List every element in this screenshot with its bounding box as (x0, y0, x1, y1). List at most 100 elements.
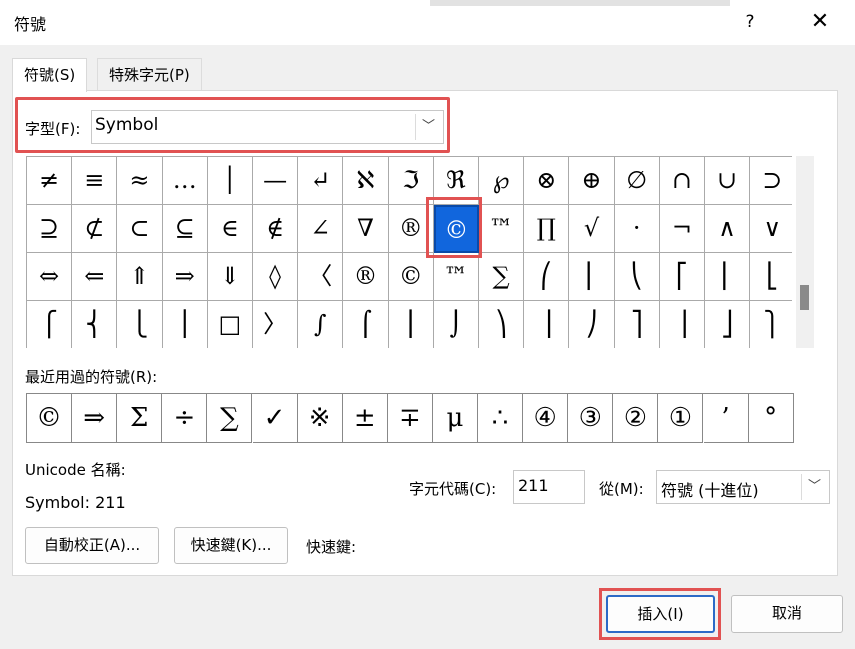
symbol-grid[interactable]: ≠ ≡ ≈… │ — ↵ ℵ ℑ ℜ ℘ ⊗ ⊕ ∅ ∩ ∪ ⊃ ⊇ ⊄ ⊂ ⊆ ∈ ∉ ∠ ∇ ® © ™ ∏ √ · ¬ ∧ ∨ ⇔ ⇐ ⇑ ⇒ ⇓ ◊… (26, 156, 792, 348)
recent-symbol-cell[interactable]: ④ (523, 394, 569, 443)
symbol-cell[interactable]: ∫ (298, 301, 344, 348)
recent-symbol-cell[interactable]: ③ (568, 394, 614, 443)
symbol-cell[interactable]: ⎦ (705, 301, 751, 348)
symbol-cell[interactable]: ∈ (207, 205, 253, 253)
symbol-cell[interactable]: ↵ (298, 157, 344, 205)
symbol-cell[interactable]: ∅ (614, 157, 660, 205)
recent-symbol-cell[interactable]: ’ (703, 394, 749, 443)
symbol-cell[interactable]: ∪ (705, 157, 751, 205)
recent-symbols-grid[interactable]: © ⇒ Σ ÷ ∑ ✓ ※ ± ∓ μ ∴ ④ ③ ② ①’ ° (26, 393, 794, 443)
chevron-down-icon[interactable]: ﹀ (415, 114, 441, 140)
recent-symbol-cell[interactable]: ② (613, 394, 659, 443)
symbol-cell[interactable]: ≠ (27, 157, 73, 205)
symbol-cell[interactable]: √ (569, 205, 615, 253)
symbol-cell[interactable]: ⎩ (117, 301, 163, 348)
recent-symbol-cell[interactable]: ① (658, 394, 704, 443)
symbol-cell[interactable]: ⎡ (659, 253, 705, 301)
recent-symbol-cell[interactable]: ✓ (252, 394, 298, 443)
chevron-down-icon[interactable]: ﹀ (801, 474, 827, 500)
recent-symbol-cell[interactable]: Σ (117, 394, 163, 443)
symbol-cell[interactable]: ∧ (705, 205, 751, 253)
symbol-cell[interactable]: ⊗ (524, 157, 570, 205)
symbol-cell[interactable]: ⎢ (705, 253, 751, 301)
symbol-cell[interactable]: ⎮ (389, 301, 434, 348)
recent-symbol-cell[interactable]: ⇒ (72, 394, 118, 443)
symbol-cell[interactable]: ∠ (298, 205, 344, 253)
recent-symbol-cell[interactable]: ± (342, 394, 388, 443)
symbol-cell[interactable]: · (614, 205, 660, 253)
symbol-cell[interactable]: □ (208, 301, 253, 348)
from-dropdown[interactable]: 符號 (十進位) ﹀ (656, 470, 830, 504)
symbol-cell[interactable]: ⌡ (434, 301, 479, 348)
symbol-cell[interactable]: ⎪ (163, 301, 208, 348)
symbol-cell[interactable]: — (253, 157, 299, 205)
symbol-cell[interactable]: ® (343, 253, 389, 301)
symbol-cell[interactable]: ⊆ (162, 205, 208, 253)
symbol-cell[interactable]: ⊂ (117, 205, 163, 253)
close-icon[interactable]: ✕ (806, 8, 834, 36)
symbol-cell[interactable]: ⎟ (524, 301, 570, 348)
recent-symbol-cell[interactable]: μ (432, 394, 478, 443)
symbol-cell[interactable]: 〉 (253, 301, 299, 348)
symbol-cell[interactable]: ⎤ (615, 301, 660, 348)
symbol-cell[interactable]: … (162, 157, 208, 205)
tab-special-characters[interactable]: 特殊字元(P) (97, 58, 202, 90)
recent-symbol-cell[interactable]: ∓ (387, 394, 433, 443)
symbol-cell[interactable]: ∉ (253, 205, 299, 253)
symbol-cell[interactable]: ⇔ (27, 253, 73, 301)
symbol-cell[interactable]: ⊇ (27, 205, 73, 253)
font-dropdown[interactable]: Symbol ﹀ (91, 110, 444, 144)
symbol-cell[interactable]: ℘ (479, 157, 525, 205)
symbol-cell[interactable]: ⎛ (524, 253, 570, 301)
symbol-cell[interactable]: ⇒ (162, 253, 208, 301)
symbol-cell[interactable]: 〈 (298, 253, 344, 301)
symbol-cell[interactable]: ∏ (524, 205, 570, 253)
recent-symbol-cell[interactable]: ∴ (478, 394, 524, 443)
symbol-cell[interactable]: ∇ (343, 205, 389, 253)
symbol-cell[interactable]: ¬ (659, 205, 705, 253)
symbol-cell[interactable]: ⇓ (207, 253, 253, 301)
scrollbar-thumb[interactable] (800, 285, 809, 310)
help-icon[interactable]: ? (738, 8, 762, 36)
symbol-cell[interactable]: ⎣ (750, 253, 792, 301)
symbol-cell[interactable]: ⌠ (343, 301, 389, 348)
symbol-cell[interactable]: ⊃ (750, 157, 792, 205)
cancel-button[interactable]: 取消 (731, 595, 843, 633)
symbol-cell[interactable]: ⇑ (117, 253, 163, 301)
recent-symbol-cell[interactable]: © (27, 394, 73, 443)
symbol-cell[interactable]: ≡ (72, 157, 118, 205)
tab-symbols[interactable]: 符號(S) (12, 58, 88, 92)
symbol-cell[interactable]: ⇐ (72, 253, 118, 301)
recent-symbol-cell[interactable]: ° (748, 394, 794, 443)
shortcut-key-button[interactable]: 快速鍵(K)... (174, 527, 288, 564)
recent-symbol-cell[interactable]: ※ (297, 394, 343, 443)
symbol-cell[interactable]: ⎧ (27, 301, 73, 348)
symbol-cell[interactable]: ⊕ (569, 157, 615, 205)
symbol-cell[interactable]: ™ (433, 253, 479, 301)
symbol-cell[interactable]: ℵ (343, 157, 389, 205)
autocorrect-button[interactable]: 自動校正(A)... (25, 527, 159, 564)
symbol-cell[interactable]: │ (207, 157, 253, 205)
symbol-cell[interactable]: ≈ (117, 157, 163, 205)
symbol-cell[interactable]: ⊄ (72, 205, 118, 253)
symbol-cell[interactable]: ∩ (659, 157, 705, 205)
symbol-cell[interactable]: ∑ (479, 253, 525, 301)
recent-symbol-cell[interactable]: ∑ (207, 394, 253, 443)
grid-scrollbar[interactable] (796, 156, 814, 348)
symbol-cell[interactable]: ⎝ (614, 253, 660, 301)
symbol-cell[interactable]: ⎫ (750, 301, 792, 348)
symbol-cell[interactable]: ⎥ (660, 301, 705, 348)
recent-symbol-cell[interactable]: ÷ (162, 394, 208, 443)
symbol-cell[interactable]: ⎞ (479, 301, 525, 348)
symbol-cell[interactable]: ⎨ (72, 301, 118, 348)
symbol-cell[interactable]: ∨ (750, 205, 792, 253)
insert-button[interactable]: 插入(I) (606, 595, 715, 633)
from-value: 符號 (十進位) (661, 481, 759, 500)
symbol-cell[interactable]: ◊ (253, 253, 299, 301)
char-code-input[interactable]: 211 (513, 470, 585, 504)
symbol-cell[interactable]: © (388, 253, 434, 301)
font-label: 字型(F): (25, 120, 81, 138)
symbol-cell[interactable]: ⎠ (569, 301, 615, 348)
symbol-cell[interactable]: ™ (479, 205, 525, 253)
symbol-cell[interactable]: ⎜ (569, 253, 615, 301)
